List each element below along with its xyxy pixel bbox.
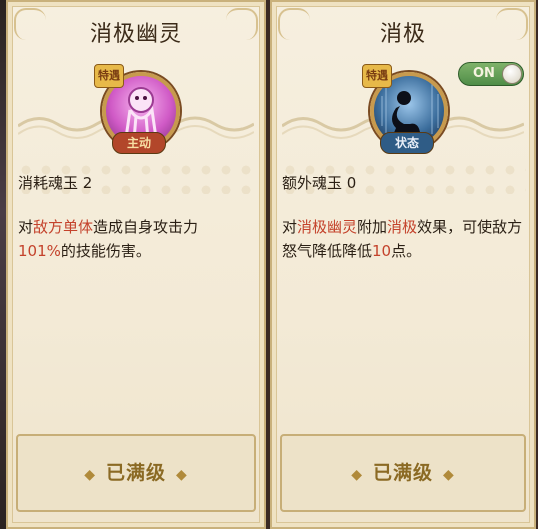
level-panel: ◆ 已满级 ◆ xyxy=(16,434,256,512)
max-level-label: ◆ 已满级 ◆ xyxy=(84,462,188,484)
skill-icon-frame[interactable]: 特遇 状态 xyxy=(362,64,452,154)
skill-description: 对消极幽灵附加消极效果，可使敌方怒气降低降低10点。 xyxy=(282,218,523,260)
rarity-tag: 特遇 xyxy=(362,64,392,88)
rarity-tag: 特遇 xyxy=(94,64,124,88)
skill-description: 对敌方单体造成自身攻击力 101%的技能伤害。 xyxy=(18,218,199,260)
diamond-icon: ◆ xyxy=(84,467,96,483)
skill-title: 消极幽灵 xyxy=(89,22,182,47)
diamond-icon: ◆ xyxy=(443,467,455,483)
max-level-label: ◆ 已满级 ◆ xyxy=(351,462,455,484)
skill-title: 消极 xyxy=(379,22,426,47)
toggle-knob xyxy=(502,64,522,84)
diamond-icon: ◆ xyxy=(351,467,363,483)
skill-card-left: 消极幽灵 特遇 主动 消耗魂玉 2 对敌方单体造成自身攻击力 101%的技能伤害… xyxy=(6,0,266,529)
level-panel: ◆ 已满级 ◆ xyxy=(280,434,526,512)
skill-card-right: 消极 ON 特遇 状态 额外魂玉 0 对消极幽灵附加消极效果，可使敌方怒气降低降… xyxy=(270,0,536,529)
skill-icon-frame[interactable]: 特遇 主动 xyxy=(94,64,184,154)
toggle-label: ON xyxy=(473,66,495,81)
skill-toggle-switch[interactable]: ON xyxy=(458,62,524,86)
cost-label: 消耗魂玉 2 xyxy=(18,174,93,192)
diamond-icon: ◆ xyxy=(176,467,188,483)
skill-type-tag: 状态 xyxy=(380,132,434,154)
cost-label: 额外魂玉 0 xyxy=(282,174,357,192)
skill-type-tag: 主动 xyxy=(112,132,166,154)
